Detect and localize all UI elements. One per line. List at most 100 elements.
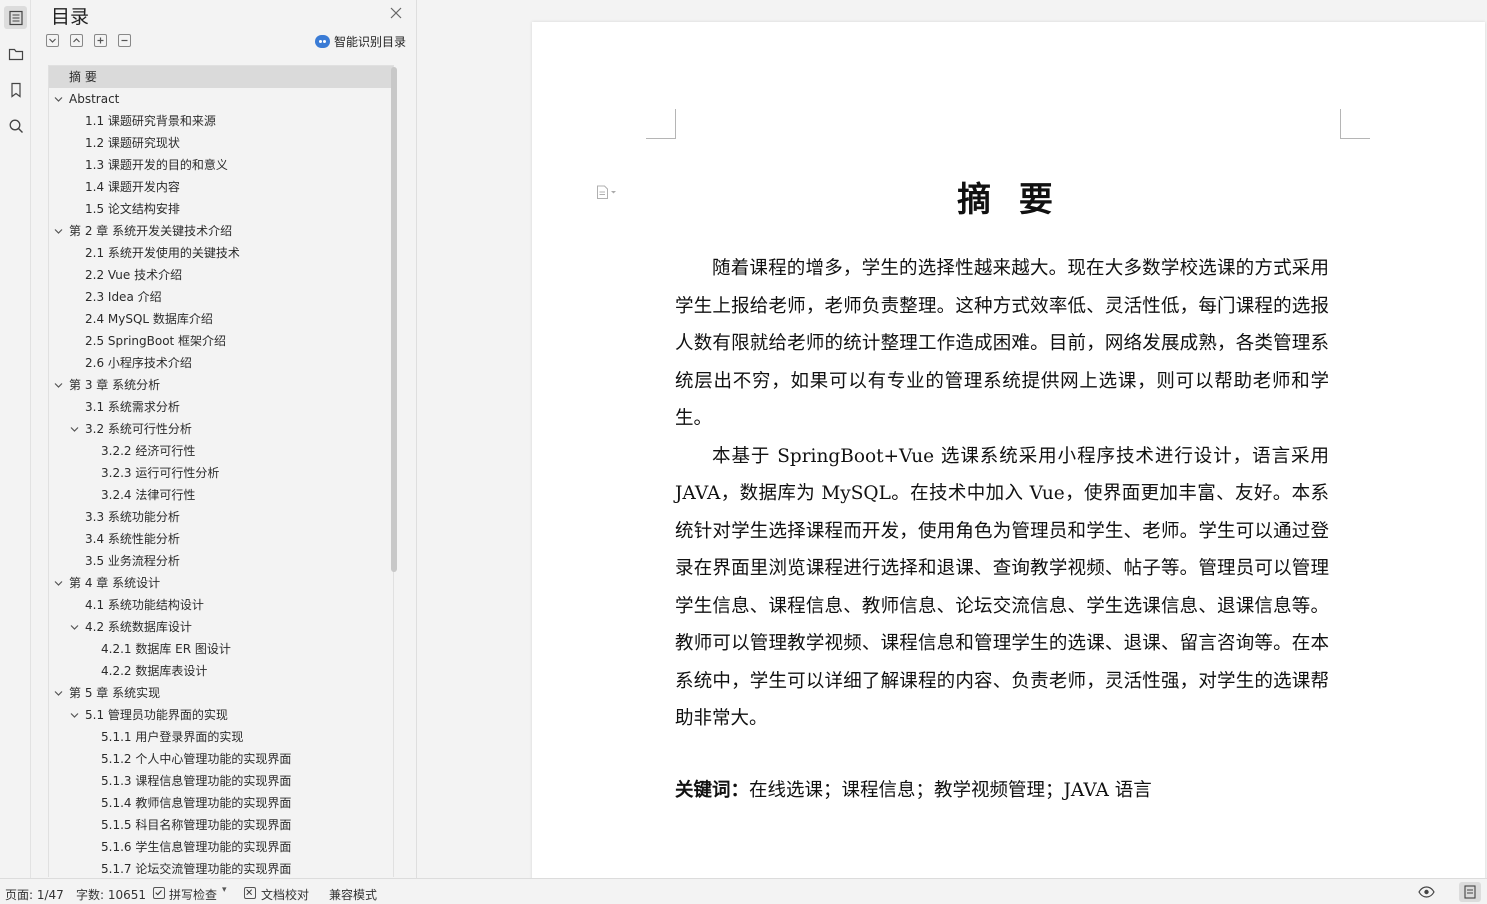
proofread-button[interactable]: 文档校对 (261, 886, 309, 903)
chevron-down-icon[interactable] (54, 381, 63, 390)
chevron-down-icon[interactable] (54, 689, 63, 698)
toc-item[interactable]: 2.2 Vue 技术介绍 (49, 264, 393, 286)
toc-item-label: 3.2.2 经济可行性 (101, 444, 196, 458)
toc-item-label: 5.1.2 个人中心管理功能的实现界面 (101, 752, 292, 766)
checkbox-icon[interactable] (153, 887, 165, 899)
toc-item-label: 第 3 章 系统分析 (69, 378, 161, 392)
toc-item[interactable]: 5.1 管理员功能界面的实现 (49, 704, 393, 726)
toc-item-label: 4.2.2 数据库表设计 (101, 664, 208, 678)
toc-item[interactable]: 2.1 系统开发使用的关键技术 (49, 242, 393, 264)
toc-item[interactable]: 3.2 系统可行性分析 (49, 418, 393, 440)
toc-item[interactable]: 2.4 MySQL 数据库介绍 (49, 308, 393, 330)
toc-item[interactable]: 4.2.1 数据库 ER 图设计 (49, 638, 393, 660)
toc-item[interactable]: 1.5 论文结构安排 (49, 198, 393, 220)
toc-item[interactable]: 3.2.2 经济可行性 (49, 440, 393, 462)
eye-icon[interactable] (1418, 886, 1435, 898)
toc-item[interactable]: 4.1 系统功能结构设计 (49, 594, 393, 616)
toc-item[interactable]: 3.2.3 运行可行性分析 (49, 462, 393, 484)
smart-toc-button[interactable]: 智能识别目录 (315, 33, 406, 50)
toc-item[interactable]: 1.4 课题开发内容 (49, 176, 393, 198)
chevron-down-icon[interactable] (70, 425, 79, 434)
word-count[interactable]: 字数: 10651 (76, 886, 146, 903)
toc-item[interactable]: 摘 要 (49, 66, 393, 88)
compat-mode-label: 兼容模式 (329, 888, 378, 902)
toc-title: 目录 (51, 6, 90, 28)
toc-item-label: 2.4 MySQL 数据库介绍 (85, 312, 213, 326)
paragraph-layout-icon[interactable] (596, 185, 618, 199)
toc-item[interactable]: 5.1.7 论坛交流管理功能的实现界面 (49, 858, 393, 877)
toc-item-label: 2.6 小程序技术介绍 (85, 356, 192, 370)
toc-item-label: 1.5 论文结构安排 (85, 202, 180, 216)
proofread-icon[interactable] (244, 887, 256, 899)
search-icon[interactable] (4, 114, 27, 137)
plus-icon[interactable] (94, 34, 107, 47)
robot-icon (315, 35, 330, 48)
toc-item-label: 1.1 课题研究背景和来源 (85, 114, 216, 128)
document-heading: 摘 要 (957, 180, 1061, 220)
toc-item[interactable]: 第 5 章 系统实现 (49, 682, 393, 704)
document-page: 摘 要 随着课程的增多，学生的选择性越来越大。现在大多数学校选课的方式采用学生上… (532, 22, 1485, 882)
toc-item[interactable]: Abstract (49, 88, 393, 110)
toc-item-label: 1.3 课题开发的目的和意义 (85, 158, 228, 172)
chevron-down-icon[interactable] (70, 623, 79, 632)
toc-item[interactable]: 5.1.4 教师信息管理功能的实现界面 (49, 792, 393, 814)
chevron-down-icon[interactable] (54, 227, 63, 236)
spell-check-button[interactable]: 拼写检查 (169, 886, 217, 903)
body-paragraph[interactable]: 随着课程的增多，学生的选择性越来越大。现在大多数学校选课的方式采用学生上报给老师… (675, 250, 1329, 438)
toc-item[interactable]: 3.5 业务流程分析 (49, 550, 393, 572)
keywords-line[interactable]: 关键词：在线选课；课程信息；教学视频管理；JAVA 语言 (675, 776, 1329, 802)
collapse-all-icon[interactable] (70, 34, 83, 47)
toc-icon[interactable] (4, 6, 27, 29)
toc-item-label: 1.4 课题开发内容 (85, 180, 180, 194)
page-indicator[interactable]: 页面: 1/47 (5, 886, 64, 903)
body-paragraph[interactable]: 本基于 SpringBoot+Vue 选课系统采用小程序技术进行设计，语言采用 … (675, 438, 1329, 738)
toc-item[interactable]: 5.1.1 用户登录界面的实现 (49, 726, 393, 748)
status-bar: 页面: 1/47 字数: 10651 拼写检查 ▾ 文档校对 兼容模式 (0, 878, 1487, 904)
toc-item[interactable]: 第 3 章 系统分析 (49, 374, 393, 396)
toc-item-label: 2.5 SpringBoot 框架介绍 (85, 334, 227, 348)
toc-item[interactable]: 1.3 课题开发的目的和意义 (49, 154, 393, 176)
toc-item[interactable]: 3.3 系统功能分析 (49, 506, 393, 528)
toc-item[interactable]: 5.1.2 个人中心管理功能的实现界面 (49, 748, 393, 770)
toc-item[interactable]: 第 2 章 系统开发关键技术介绍 (49, 220, 393, 242)
toc-item[interactable]: 3.1 系统需求分析 (49, 396, 393, 418)
toc-item-label: 3.4 系统性能分析 (85, 532, 180, 546)
toc-item[interactable]: 4.2.2 数据库表设计 (49, 660, 393, 682)
chevron-down-icon[interactable]: ▾ (222, 885, 227, 895)
page-view-icon[interactable] (1459, 882, 1481, 902)
toc-item-label: 3.2.4 法律可行性 (101, 488, 196, 502)
toc-item[interactable]: 1.1 课题研究背景和来源 (49, 110, 393, 132)
minus-icon[interactable] (118, 34, 131, 47)
toc-item[interactable]: 2.6 小程序技术介绍 (49, 352, 393, 374)
toc-item[interactable]: 4.2 系统数据库设计 (49, 616, 393, 638)
toc-item[interactable]: 5.1.3 课程信息管理功能的实现界面 (49, 770, 393, 792)
toc-item-label: 5.1.1 用户登录界面的实现 (101, 730, 244, 744)
bookmark-icon[interactable] (4, 78, 27, 101)
chevron-down-icon[interactable] (70, 711, 79, 720)
toc-item[interactable]: 5.1.5 科目名称管理功能的实现界面 (49, 814, 393, 836)
toc-item-label: 3.1 系统需求分析 (85, 400, 180, 414)
toc-item[interactable]: 3.4 系统性能分析 (49, 528, 393, 550)
toc-item-label: 5.1.6 学生信息管理功能的实现界面 (101, 840, 292, 854)
folder-icon[interactable] (4, 42, 27, 65)
toc-scrollbar[interactable] (391, 67, 397, 572)
chevron-down-icon[interactable] (54, 95, 63, 104)
close-icon[interactable] (389, 6, 403, 20)
document-body[interactable]: 随着课程的增多，学生的选择性越来越大。现在大多数学校选课的方式采用学生上报给老师… (675, 250, 1329, 738)
document-area: 摘 要 随着课程的增多，学生的选择性越来越大。现在大多数学校选课的方式采用学生上… (418, 0, 1487, 882)
toc-item-label: 1.2 课题研究现状 (85, 136, 180, 150)
toc-panel: 目录 智能识别目录 摘 要 Abstract 1.1 课题研究背景和来源 1.2 课题… (32, 0, 417, 878)
chevron-down-icon[interactable] (54, 579, 63, 588)
toc-item[interactable]: 1.2 课题研究现状 (49, 132, 393, 154)
toc-item-label: 第 4 章 系统设计 (69, 576, 161, 590)
smart-toc-label: 智能识别目录 (334, 35, 407, 49)
toc-item[interactable]: 2.3 Idea 介绍 (49, 286, 393, 308)
toc-item[interactable]: 2.5 SpringBoot 框架介绍 (49, 330, 393, 352)
toc-item[interactable]: 第 4 章 系统设计 (49, 572, 393, 594)
expand-all-icon[interactable] (46, 34, 59, 47)
toc-list: 摘 要 Abstract 1.1 课题研究背景和来源 1.2 课题研究现状 1.3 课题… (48, 65, 394, 877)
toc-item-label: 5.1.7 论坛交流管理功能的实现界面 (101, 862, 292, 876)
toc-item[interactable]: 3.2.4 法律可行性 (49, 484, 393, 506)
toc-item[interactable]: 5.1.6 学生信息管理功能的实现界面 (49, 836, 393, 858)
left-icon-rail (0, 0, 31, 878)
